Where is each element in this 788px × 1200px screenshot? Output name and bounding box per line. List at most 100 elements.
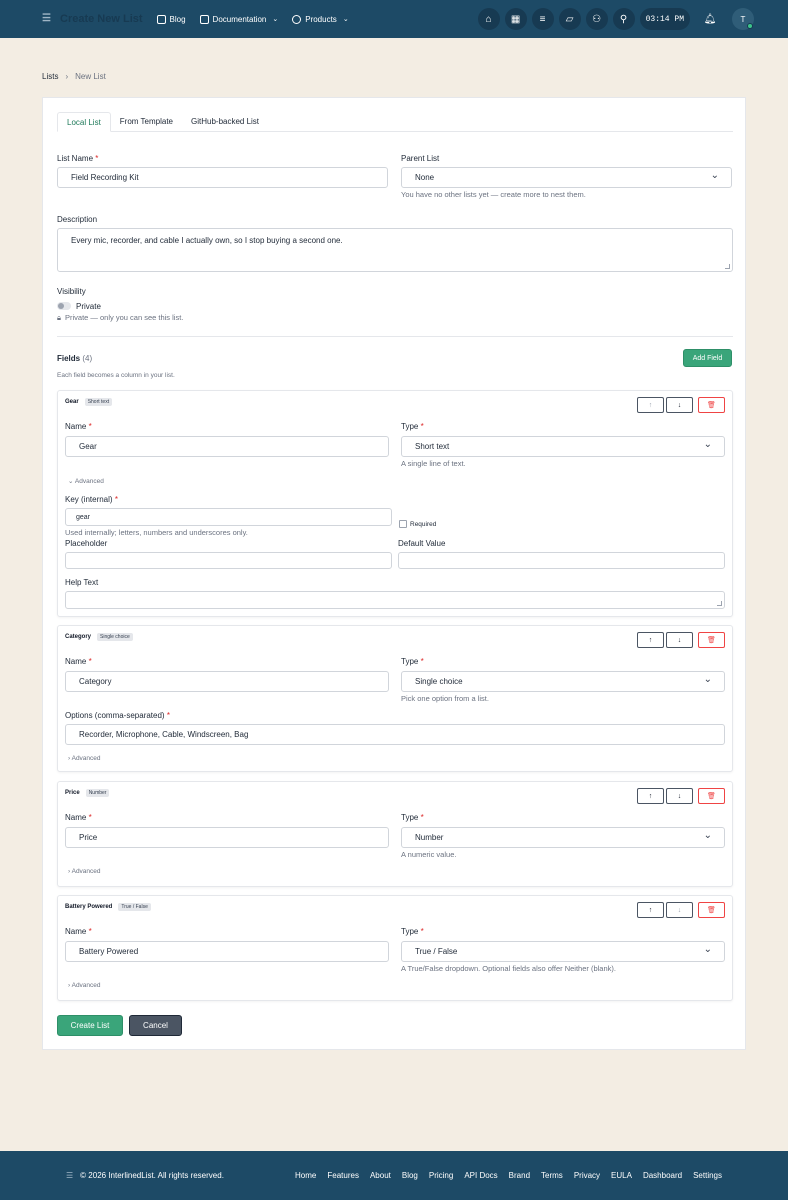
home-icon[interactable]: ⌂ — [477, 8, 500, 30]
delete-field-button[interactable]: 🗑︎ — [698, 902, 725, 918]
tab-local-list[interactable]: Local List — [57, 112, 111, 132]
options-input[interactable]: Recorder, Microphone, Cable, Windscreen,… — [65, 724, 725, 745]
default-value-input[interactable] — [398, 552, 725, 569]
field-type-label: Type * — [401, 813, 424, 822]
chevron-right-icon: › — [65, 72, 69, 81]
field-name-input[interactable]: Battery Powered — [65, 941, 389, 962]
create-list-button[interactable]: Create List — [57, 1015, 123, 1036]
field-card-category: Category Single choice ↑ ↓ 🗑︎ Name * Cate… — [57, 625, 733, 772]
chevron-down-icon: ⌄ — [272, 16, 279, 23]
tab-github-backed-list[interactable]: GitHub-backed List — [182, 112, 268, 132]
key-input[interactable]: gear — [65, 508, 392, 526]
field-title: Battery Powered True / False — [65, 903, 151, 911]
tab-from-template[interactable]: From Template — [111, 112, 182, 132]
field-name-input[interactable]: Gear — [65, 436, 389, 457]
clock: 03:14 PM — [639, 8, 690, 30]
page-title: Create New List — [60, 13, 143, 25]
users-icon[interactable]: ⚇ — [585, 8, 608, 30]
move-up-button[interactable]: ↑ — [637, 788, 664, 804]
bell-icon[interactable]: 🔔︎ — [699, 8, 721, 30]
footer-copyright: ☰ © 2026 InterlinedList. All rights rese… — [66, 1171, 224, 1180]
required-checkbox[interactable] — [399, 520, 407, 528]
footer-link-privacy[interactable]: Privacy — [574, 1171, 600, 1180]
field-type-badge: Short text — [84, 398, 113, 406]
required-label: Required — [410, 521, 437, 528]
breadcrumb-lists-link[interactable]: Lists — [42, 72, 58, 81]
footer-link-eula[interactable]: EULA — [611, 1171, 632, 1180]
field-title: Category Single choice — [65, 633, 133, 641]
description-textarea[interactable]: Every mic, recorder, and cable I actuall… — [57, 228, 733, 272]
fields-hint: Each field becomes a column in your list… — [57, 372, 175, 379]
field-name-input[interactable]: Category — [65, 671, 389, 692]
delete-field-button[interactable]: 🗑︎ — [698, 788, 725, 804]
avatar-initial: T — [740, 14, 746, 24]
field-type-hint: A single line of text. — [401, 459, 466, 468]
new-list-card: Local List From Template GitHub-backed L… — [42, 97, 746, 1050]
footer-link-features[interactable]: Features — [327, 1171, 359, 1180]
placeholder-input[interactable] — [65, 552, 392, 569]
field-type-label: Type * — [401, 927, 424, 936]
logo-icon: ☰ — [66, 1171, 74, 1180]
footer-link-brand[interactable]: Brand — [509, 1171, 530, 1180]
description-label: Description — [57, 215, 98, 224]
move-down-button[interactable]: ↓ — [666, 397, 693, 413]
dashboard-icon[interactable]: ▦ — [504, 8, 527, 30]
field-name-label: Name * — [65, 927, 92, 936]
resize-handle[interactable] — [717, 601, 722, 606]
help-text-textarea[interactable] — [65, 591, 725, 609]
note-icon[interactable]: ▱ — [558, 8, 581, 30]
nav-documentation-link[interactable]: Documentation ⌄ — [199, 14, 279, 24]
move-up-button[interactable]: ↑ — [637, 397, 664, 413]
advanced-toggle[interactable]: › Advanced — [68, 982, 101, 989]
field-type-select[interactable]: Short text — [401, 436, 725, 457]
add-user-icon[interactable]: ⚲ — [612, 8, 635, 30]
footer-link-api-docs[interactable]: API Docs — [464, 1171, 497, 1180]
avatar[interactable]: T — [732, 8, 754, 30]
move-up-button[interactable]: ↑ — [637, 902, 664, 918]
list-icon[interactable]: ≡ — [531, 8, 554, 30]
advanced-toggle[interactable]: › Advanced — [68, 755, 101, 762]
nav-products-label: Products — [305, 14, 337, 24]
footer-link-about[interactable]: About — [370, 1171, 391, 1180]
visibility-label: Visibility — [57, 287, 86, 296]
field-type-label: Type * — [401, 657, 424, 666]
nav-products-link[interactable]: Products ⌄ — [292, 14, 349, 24]
parent-list-hint: You have no other lists yet — create mor… — [401, 190, 586, 199]
field-type-select[interactable]: True / False — [401, 941, 725, 962]
add-field-button[interactable]: Add Field — [683, 349, 732, 367]
cancel-button[interactable]: Cancel — [129, 1015, 182, 1036]
field-name-input[interactable]: Price — [65, 827, 389, 848]
move-down-button[interactable]: ↓ — [666, 632, 693, 648]
blog-icon — [156, 14, 166, 24]
nav-blog-link[interactable]: Blog — [156, 14, 186, 24]
brand[interactable]: ☰ Create New List — [42, 13, 143, 25]
move-down-button[interactable]: ↓ — [666, 788, 693, 804]
move-down-button[interactable]: ↓ — [666, 902, 693, 918]
footer-link-terms[interactable]: Terms — [541, 1171, 563, 1180]
advanced-toggle[interactable]: ⌄ Advanced — [68, 477, 104, 485]
advanced-toggle[interactable]: › Advanced — [68, 868, 101, 875]
delete-field-button[interactable]: 🗑︎ — [698, 632, 725, 648]
toggle-knob — [58, 303, 64, 309]
top-navbar: ☰ Create New List Blog Documentation ⌄ P… — [0, 0, 788, 38]
field-type-select[interactable]: Number — [401, 827, 725, 848]
footer-link-dashboard[interactable]: Dashboard — [643, 1171, 682, 1180]
list-name-input[interactable]: Field Recording Kit — [57, 167, 388, 188]
footer: ☰ © 2026 InterlinedList. All rights rese… — [0, 1151, 788, 1200]
footer-link-blog[interactable]: Blog — [402, 1171, 418, 1180]
field-card-gear: Gear Short text ↑ ↓ 🗑︎ Name * Gear Type *… — [57, 390, 733, 617]
book-icon — [199, 14, 209, 24]
move-up-button[interactable]: ↑ — [637, 632, 664, 648]
visibility-toggle[interactable] — [57, 302, 71, 310]
section-divider — [57, 336, 733, 337]
footer-link-home[interactable]: Home — [295, 1171, 316, 1180]
list-name-label: List Name * — [57, 154, 99, 163]
field-type-select[interactable]: Single choice — [401, 671, 725, 692]
field-card-price: Price Number ↑ ↓ 🗑︎ Name * Price Type * N… — [57, 781, 733, 887]
delete-field-button[interactable]: 🗑︎ — [698, 397, 725, 413]
field-name-label: Name * — [65, 657, 92, 666]
parent-list-select[interactable]: None — [401, 167, 732, 188]
footer-link-settings[interactable]: Settings — [693, 1171, 722, 1180]
footer-link-pricing[interactable]: Pricing — [429, 1171, 453, 1180]
resize-handle[interactable] — [725, 264, 730, 269]
